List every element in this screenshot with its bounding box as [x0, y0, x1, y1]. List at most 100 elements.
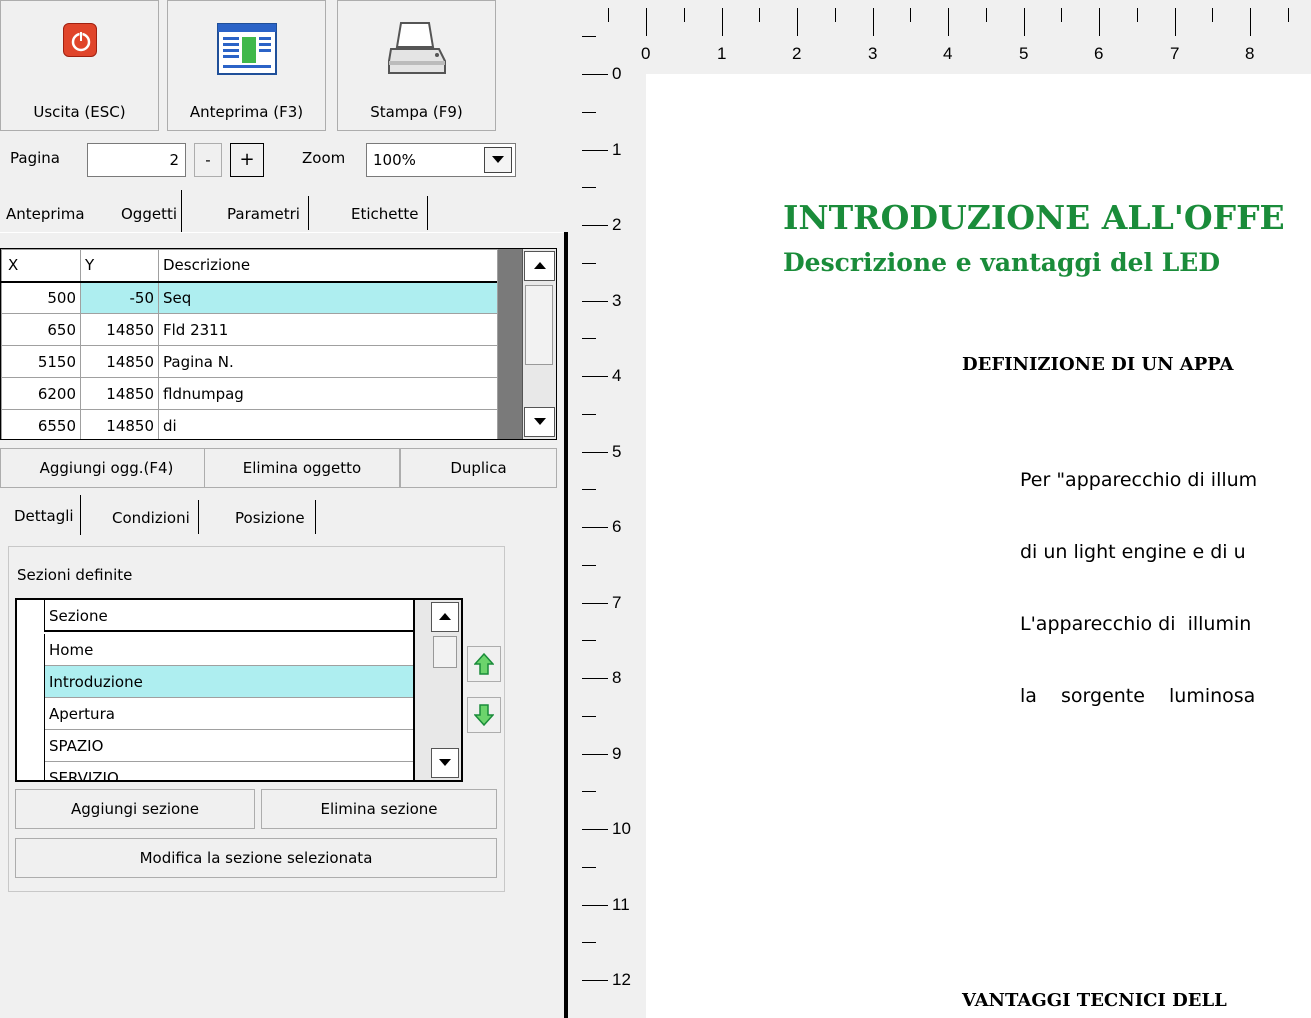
column-header-y[interactable]: Y [80, 249, 159, 283]
duplicate-button[interactable]: Duplica [400, 448, 557, 488]
zoom-select[interactable]: 100% [366, 143, 516, 177]
objects-scroll-thumb[interactable] [525, 285, 553, 365]
ruler-number: 7 [1170, 44, 1180, 63]
ruler-tick [582, 867, 596, 868]
minus-label: - [205, 151, 211, 169]
tab-oggetti[interactable]: Oggetti [115, 190, 183, 232]
subtab-dettagli-label: Dettagli [14, 507, 74, 525]
cell-x[interactable]: 6550 [1, 409, 81, 439]
scroll-up-button[interactable] [524, 251, 555, 281]
printer-icon [385, 19, 449, 83]
move-section-up-button[interactable] [467, 646, 501, 682]
table-row[interactable]: 5150 14850 Pagina N. [1, 345, 498, 378]
ruler-number: 6 [1094, 44, 1104, 63]
move-section-down-button[interactable] [467, 697, 501, 733]
cell-descrizione[interactable]: Seq [158, 281, 498, 314]
page-plus-button[interactable]: + [230, 143, 264, 177]
document-heading-definizione: DEFINIZIONE DI UN APPA [962, 354, 1234, 375]
ruler-number: 6 [612, 517, 622, 536]
sections-scroll-thumb[interactable] [433, 636, 457, 668]
zoom-dropdown-button[interactable] [484, 147, 512, 173]
modify-section-button[interactable]: Modifica la sezione selezionata [15, 838, 497, 878]
ruler-tick [582, 36, 596, 37]
subtab-condizioni[interactable]: Condizioni [112, 500, 199, 534]
list-item[interactable]: SERVIZIO [17, 762, 413, 780]
cell-y[interactable]: 14850 [80, 377, 159, 410]
ruler-number: 8 [1245, 44, 1255, 63]
sections-scroll-up-button[interactable] [431, 602, 459, 632]
objects-scrollbar[interactable] [497, 249, 556, 439]
cell-y[interactable]: -50 [80, 281, 159, 314]
ruler-tick [582, 791, 596, 792]
document-page[interactable]: INTRODUZIONE ALL'OFFE Descrizione e vant… [646, 74, 1311, 1018]
cell-descrizione[interactable]: fldnumpag [158, 377, 498, 410]
cell-y[interactable]: 14850 [80, 313, 159, 346]
ruler-tick [582, 829, 608, 830]
subtab-posizione-label: Posizione [235, 509, 305, 527]
tab-parametri[interactable]: Parametri [227, 196, 309, 230]
page-number-input[interactable]: 2 [87, 143, 186, 177]
sections-scrollbar[interactable] [413, 600, 461, 780]
ruler-tick [797, 8, 798, 36]
ruler-number: 1 [612, 140, 622, 159]
table-row[interactable]: 500 -50 Seq [1, 281, 498, 314]
page-label: Pagina [10, 149, 60, 167]
add-section-button[interactable]: Aggiungi sezione [15, 789, 255, 829]
table-row[interactable]: 6200 14850 fldnumpag [1, 377, 498, 410]
cell-x[interactable]: 6200 [1, 377, 81, 410]
subtab-dettagli[interactable]: Dettagli [8, 495, 81, 535]
tab-anteprima[interactable]: Anteprima [6, 196, 85, 230]
ruler-tick [986, 8, 987, 22]
cell-descrizione[interactable]: Pagina N. [158, 345, 498, 378]
section-name: Apertura [49, 705, 115, 723]
add-object-button[interactable]: Aggiungi ogg.(F4) [0, 448, 213, 488]
cell-x[interactable]: 650 [1, 313, 81, 346]
ruler-tick [873, 8, 874, 36]
ruler-tick [582, 112, 596, 113]
column-header-x[interactable]: X [1, 249, 81, 283]
table-row[interactable]: 650 14850 Fld 2311 [1, 313, 498, 346]
arrow-down-icon [439, 759, 451, 766]
scroll-down-button[interactable] [524, 407, 555, 437]
ruler-tick [608, 8, 609, 22]
list-item[interactable]: Home [17, 634, 413, 666]
ruler-tick [948, 8, 949, 36]
ruler-number: 4 [612, 366, 622, 385]
column-header-descrizione[interactable]: Descrizione [158, 249, 498, 283]
left-ruler [576, 0, 646, 1018]
page-minus-button[interactable]: - [194, 143, 222, 177]
green-arrow-down-icon [474, 704, 494, 726]
preview-button[interactable]: Anteprima (F3) [167, 0, 326, 131]
sections-grid[interactable]: Sezione Home Introduzione Apertura SPAZIO SE… [15, 598, 463, 782]
ruler-tick [582, 905, 608, 906]
ruler-number: 12 [612, 970, 631, 989]
table-row[interactable]: 6550 14850 di [1, 409, 498, 439]
sections-scroll-down-button[interactable] [431, 748, 459, 778]
list-item[interactable]: Introduzione [17, 666, 413, 698]
subtab-condizioni-label: Condizioni [112, 509, 190, 527]
cell-x[interactable]: 5150 [1, 345, 81, 378]
column-header-sezione[interactable]: Sezione [49, 600, 108, 632]
ruler-tick [582, 263, 596, 264]
list-item[interactable]: Apertura [17, 698, 413, 730]
delete-object-button[interactable]: Elimina oggetto [204, 448, 400, 488]
cell-descrizione[interactable]: Fld 2311 [158, 313, 498, 346]
cell-y[interactable]: 14850 [80, 345, 159, 378]
panel-splitter[interactable] [564, 232, 568, 1018]
cell-descrizione[interactable]: di [158, 409, 498, 439]
cell-y[interactable]: 14850 [80, 409, 159, 439]
ruler-tick [582, 452, 608, 453]
ruler-tick [582, 414, 596, 415]
ruler-number: 3 [612, 291, 622, 310]
cell-x[interactable]: 500 [1, 281, 81, 314]
print-button[interactable]: Stampa (F9) [337, 0, 496, 131]
ruler-number: 4 [943, 44, 953, 63]
delete-section-button[interactable]: Elimina sezione [261, 789, 497, 829]
tab-etichette[interactable]: Etichette [351, 196, 428, 230]
ruler-tick [1250, 8, 1251, 36]
objects-grid[interactable]: X Y Descrizione 500 -50 Seq 650 14850 Fld 231… [0, 248, 557, 440]
exit-button[interactable]: Uscita (ESC) [0, 0, 159, 131]
subtab-posizione[interactable]: Posizione [235, 500, 316, 534]
document-title: INTRODUZIONE ALL'OFFE [783, 198, 1285, 237]
list-item[interactable]: SPAZIO [17, 730, 413, 762]
